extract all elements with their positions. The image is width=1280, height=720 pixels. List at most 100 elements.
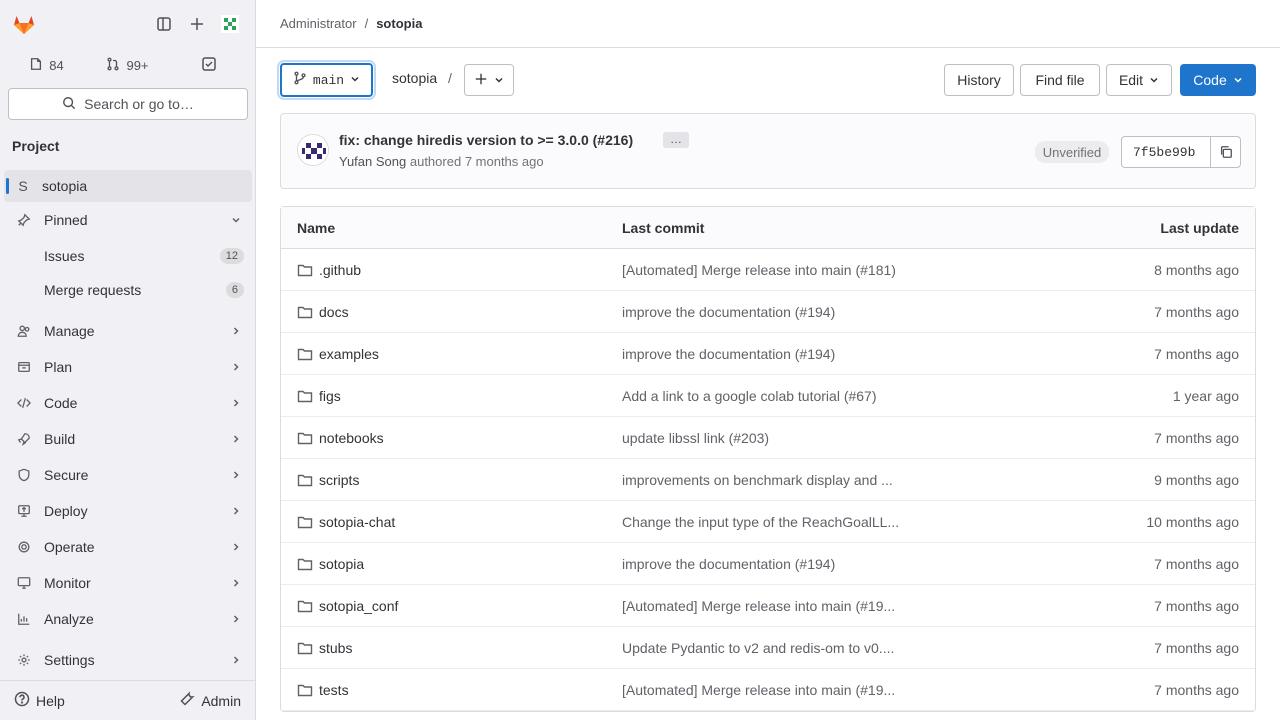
chevron-right-icon [228, 470, 244, 480]
chevron-down-icon [494, 72, 504, 88]
chevron-right-icon [228, 655, 244, 665]
folder-link[interactable]: stubs [281, 640, 622, 656]
merge-requests-count-button[interactable]: 99+ [89, 50, 166, 80]
gitlab-logo-icon[interactable] [8, 8, 40, 40]
code-dropdown[interactable]: Code [1180, 64, 1256, 96]
table-row: sotopia improve the documentation (#194) 7… [281, 543, 1255, 585]
admin-button[interactable]: Admin [173, 687, 247, 714]
todo-button[interactable] [170, 50, 247, 80]
sidebar-item-operate[interactable]: Operate [4, 531, 252, 563]
last-update-time: 7 months ago [1154, 597, 1239, 614]
commit-message-link[interactable]: [Automated] Merge release into main (#19… [622, 682, 930, 698]
commit-message-link[interactable]: improve the documentation (#194) [622, 304, 930, 320]
sidebar-item-deploy[interactable]: Deploy [4, 495, 252, 527]
copy-icon[interactable] [1210, 137, 1240, 167]
chevron-down-icon [228, 215, 244, 225]
commit-message-link[interactable]: Update Pydantic to v2 and redis-om to v0… [622, 640, 930, 656]
folder-link[interactable]: sotopia_conf [281, 598, 622, 614]
folder-link[interactable]: examples [281, 346, 622, 362]
table-row: docs improve the documentation (#194) 7 mo… [281, 291, 1255, 333]
create-new-icon[interactable] [181, 8, 213, 40]
folder-name: docs [319, 303, 349, 320]
chevron-right-icon [228, 434, 244, 444]
author-avatar[interactable] [297, 134, 329, 166]
commit-sha[interactable]: 7f5be99b [1122, 145, 1210, 160]
sidebar-item-settings[interactable]: Settings [4, 644, 252, 676]
history-button[interactable]: History [944, 64, 1014, 96]
help-button[interactable]: Help [8, 687, 71, 714]
sidebar-item-monitor[interactable]: Monitor [4, 567, 252, 599]
folder-name: scripts [319, 471, 360, 488]
commit-author[interactable]: Yufan Song [339, 154, 406, 169]
breadcrumb-project[interactable]: sotopia [376, 16, 422, 31]
sidebar-item-code[interactable]: Code [4, 387, 252, 419]
sidebar-item-label: Build [44, 431, 76, 447]
user-avatar[interactable] [214, 8, 246, 40]
commit-message-link[interactable]: [Automated] Merge release into main (#18… [622, 262, 930, 278]
signature-status-badge[interactable]: Unverified [1035, 141, 1109, 163]
commit-message-link[interactable]: improvements on benchmark display and ..… [622, 472, 930, 488]
commit-authored-text: authored [409, 154, 462, 169]
last-update-time: 7 months ago [1154, 555, 1239, 572]
last-update-time: 8 months ago [1154, 261, 1239, 278]
repo-path-root[interactable]: sotopia [392, 70, 437, 86]
sidebar-item-manage[interactable]: Manage [4, 315, 252, 347]
folder-link[interactable]: sotopia-chat [281, 514, 622, 530]
sidebar-item-project[interactable]: S sotopia [4, 170, 252, 202]
project-avatar: S [14, 177, 32, 195]
table-body: .github [Automated] Merge release into ma… [281, 249, 1255, 711]
sidebar-item-issues[interactable]: Issues 12 [4, 240, 252, 272]
add-to-tree-dropdown[interactable] [464, 64, 514, 96]
history-label: History [957, 72, 1001, 88]
collapse-sidebar-icon[interactable] [148, 8, 180, 40]
folder-icon [297, 304, 313, 320]
find-file-button[interactable]: Find file [1020, 64, 1100, 96]
users-icon [16, 323, 32, 339]
sidebar-item-secure[interactable]: Secure [4, 459, 252, 491]
sidebar-item-label: Settings [44, 652, 95, 668]
last-update-time: 7 months ago [1154, 303, 1239, 320]
edit-dropdown[interactable]: Edit [1106, 64, 1172, 96]
sidebar-item-plan[interactable]: Plan [4, 351, 252, 383]
question-icon [14, 691, 30, 710]
search-button[interactable]: Search or go to… [8, 88, 248, 120]
folder-icon [297, 346, 313, 362]
folder-name: notebooks [319, 429, 384, 446]
merge-requests-count: 99+ [126, 57, 149, 73]
sidebar-item-merge-requests[interactable]: Merge requests 6 [4, 274, 252, 306]
file-tree-table: Name Last commit Last update .github [Aut… [280, 206, 1256, 712]
commit-message-link[interactable]: Add a link to a google colab tutorial (#… [622, 388, 930, 404]
sidebar-item-pinned[interactable]: Pinned [4, 204, 252, 236]
plus-icon [474, 72, 488, 89]
commit-title-link[interactable]: fix: change hiredis version to >= 3.0.0 … [339, 132, 633, 148]
sidebar-item-build[interactable]: Build [4, 423, 252, 455]
commit-message-link[interactable]: update libssl link (#203) [622, 430, 930, 446]
folder-icon [297, 682, 313, 698]
commit-description-toggle[interactable]: … [663, 132, 689, 148]
folder-link[interactable]: notebooks [281, 430, 622, 446]
table-row: sotopia-chat Change the input type of the… [281, 501, 1255, 543]
chevron-right-icon [228, 542, 244, 552]
assigned-issues-button[interactable]: 84 [8, 50, 85, 80]
sidebar-item-label: Secure [44, 467, 89, 483]
breadcrumb-namespace[interactable]: Administrator [280, 16, 357, 31]
header-last-commit: Last commit [622, 219, 705, 236]
commit-message-link[interactable]: improve the documentation (#194) [622, 556, 930, 572]
folder-link[interactable]: docs [281, 304, 622, 320]
chevron-down-icon [350, 73, 360, 88]
folder-icon [297, 430, 313, 446]
table-row: notebooks update libssl link (#203) 7 mont… [281, 417, 1255, 459]
commit-message-link[interactable]: improve the documentation (#194) [622, 346, 930, 362]
folder-link[interactable]: tests [281, 682, 622, 698]
folder-link[interactable]: sotopia [281, 556, 622, 572]
breadcrumb: Administrator / sotopia [256, 0, 1280, 48]
commit-message-link[interactable]: [Automated] Merge release into main (#19… [622, 598, 930, 614]
sidebar-item-analyze[interactable]: Analyze [4, 603, 252, 635]
folder-link[interactable]: .github [281, 262, 622, 278]
folder-link[interactable]: scripts [281, 472, 622, 488]
table-row: figs Add a link to a google colab tutoria… [281, 375, 1255, 417]
folder-name: sotopia_conf [319, 597, 399, 614]
branch-selector[interactable]: main [280, 63, 373, 97]
folder-link[interactable]: figs [281, 388, 622, 404]
commit-message-link[interactable]: Change the input type of the ReachGoalLL… [622, 514, 930, 530]
